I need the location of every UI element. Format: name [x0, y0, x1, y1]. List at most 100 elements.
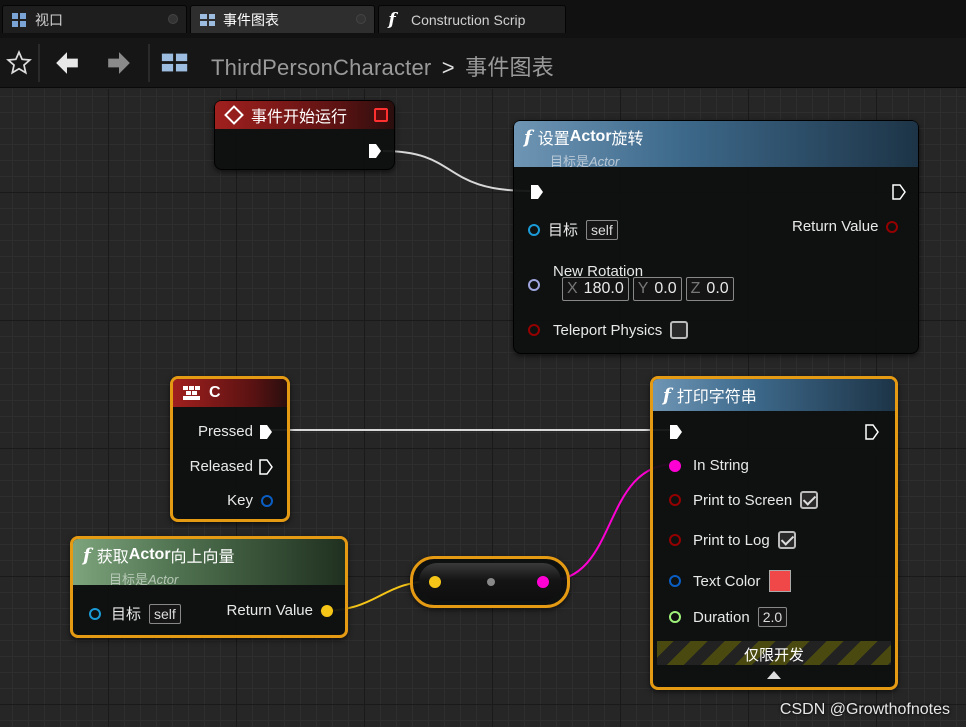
pin-label: Pressed — [197, 423, 253, 440]
close-icon[interactable] — [356, 14, 366, 24]
delegate-pin-icon[interactable] — [374, 108, 388, 122]
tab-bar: 视口 事件图表 f Construction Scrip — [0, 0, 966, 38]
key-row: Key — [227, 492, 273, 509]
title-bold: Actor — [128, 546, 171, 563]
y-label: Y — [637, 280, 649, 297]
viewport-icon — [11, 12, 27, 28]
print-log-row: Print to Log — [669, 531, 796, 549]
duration-row: Duration 2.0 — [669, 607, 788, 627]
breadcrumb-current: 事件图表 — [465, 55, 554, 80]
function-icon: f — [524, 126, 532, 148]
title-suffix: 向上向量 — [170, 549, 235, 566]
print-screen-checkbox[interactable] — [800, 491, 819, 509]
rotation-y-field[interactable]: Y 0.0 — [632, 277, 682, 301]
string-pin[interactable] — [537, 576, 549, 588]
duration-value[interactable]: 2.0 — [757, 607, 788, 627]
text-color-swatch[interactable] — [768, 570, 791, 592]
string-pin[interactable] — [669, 459, 681, 472]
keyboard-icon — [183, 386, 201, 400]
rotation-z-field[interactable]: Z 0.0 — [685, 277, 734, 301]
get-actor-up-vector-node[interactable]: f 获取 Actor 向上向量 目标是Actor 目标 self Return Va… — [70, 536, 348, 638]
vector-pin[interactable] — [321, 604, 333, 617]
node-header: f 打印字符串 — [653, 379, 895, 411]
back-arrow-icon[interactable] — [52, 48, 82, 78]
event-graph-icon — [199, 12, 215, 28]
toolbar-divider — [148, 44, 150, 82]
struct-pin[interactable] — [669, 575, 681, 587]
object-pin[interactable] — [89, 607, 101, 620]
tab-label: Construction Scrip — [411, 11, 526, 28]
exec-out-pin[interactable] — [259, 424, 273, 440]
z-value: 0.0 — [706, 280, 729, 297]
target-pin-row: 目标 self — [89, 603, 181, 624]
node-header: f 获取 Actor 向上向量 目标是Actor — [73, 539, 345, 587]
pin-label: Print to Log — [693, 531, 770, 549]
conversion-dot-icon — [487, 578, 495, 586]
title-suffix: 旋转 — [611, 131, 644, 148]
begin-play-node[interactable]: 事件开始运行 — [214, 100, 395, 170]
exec-in-pin[interactable] — [669, 424, 683, 440]
teleport-row: Teleport Physics — [528, 321, 689, 339]
key-c-event-node[interactable]: C Pressed Released Key — [170, 376, 290, 522]
event-diamond-icon — [224, 105, 244, 125]
vector-to-string-conversion-node[interactable] — [410, 556, 570, 608]
bool-pin[interactable] — [886, 220, 899, 233]
watermark: CSDN @Growthofnotes — [779, 701, 950, 718]
pin-label: Return Value — [792, 218, 879, 235]
rotator-pin[interactable] — [528, 279, 540, 291]
breadcrumb-root[interactable]: ThirdPersonCharacter — [211, 55, 431, 80]
bool-pin[interactable] — [528, 324, 540, 336]
forward-arrow-icon[interactable] — [104, 48, 134, 78]
exec-in-pin[interactable] — [530, 184, 544, 200]
expand-arrow-icon[interactable] — [767, 671, 781, 679]
released-row: Released — [190, 458, 273, 475]
teleport-checkbox[interactable] — [670, 321, 689, 339]
target-value[interactable]: self — [586, 219, 618, 240]
node-header: C — [173, 379, 287, 407]
pin-label: In String — [693, 457, 749, 474]
subtitle-italic: Actor — [589, 154, 620, 169]
tab-event-graph[interactable]: 事件图表 — [190, 5, 375, 33]
tab-construction-script[interactable]: f Construction Scrip — [378, 5, 566, 33]
event-graph-icon — [160, 48, 190, 78]
function-icon: f — [388, 9, 396, 30]
pin-label: Teleport Physics — [553, 321, 663, 339]
breadcrumb: ThirdPersonCharacter > 事件图表 — [211, 50, 554, 82]
exec-out-pin[interactable] — [368, 143, 382, 159]
node-title: C — [209, 384, 221, 401]
exec-out-pin[interactable] — [892, 184, 906, 200]
pin-label: Key — [227, 492, 253, 509]
bool-pin[interactable] — [669, 534, 681, 546]
float-pin[interactable] — [669, 611, 681, 623]
z-label: Z — [690, 280, 701, 297]
pin-label: Text Color — [693, 572, 761, 590]
object-pin[interactable] — [528, 223, 540, 236]
pin-label: Duration — [693, 608, 750, 626]
development-only-banner[interactable]: 仅限开发 — [657, 641, 891, 683]
exec-out-pin[interactable] — [259, 458, 273, 475]
function-icon: f — [663, 384, 671, 406]
target-pin-row: 目标 self — [528, 219, 618, 240]
x-label: X — [567, 280, 578, 297]
print-log-checkbox[interactable] — [777, 531, 796, 549]
set-actor-rotation-node[interactable]: f 设置 Actor 旋转 目标是Actor 目标 self Return Valu… — [513, 120, 919, 354]
return-value-row: Return Value — [792, 218, 899, 235]
bool-pin[interactable] — [669, 494, 681, 506]
target-value[interactable]: self — [149, 603, 181, 624]
dev-only-label: 仅限开发 — [743, 647, 804, 664]
pin-label: Released — [189, 458, 253, 475]
title-prefix: 获取 — [96, 549, 129, 566]
close-icon[interactable] — [168, 14, 178, 24]
exec-out-pin[interactable] — [865, 424, 879, 440]
vector-pin[interactable] — [429, 576, 441, 588]
tab-viewport[interactable]: 视口 — [2, 5, 187, 33]
favorite-star-icon[interactable] — [4, 48, 34, 78]
rotation-x-field[interactable]: X 180.0 — [562, 277, 629, 301]
subtitle-prefix: 目标是 — [550, 154, 590, 169]
tab-label: 视口 — [35, 11, 63, 28]
function-icon: f — [83, 544, 91, 566]
print-string-node[interactable]: f 打印字符串 In String Print to Screen Print … — [650, 376, 898, 690]
struct-pin[interactable] — [261, 494, 273, 507]
subtitle-prefix: 目标是 — [109, 572, 149, 587]
rotation-fields: X 180.0 Y 0.0 Z 0.0 — [562, 277, 738, 301]
